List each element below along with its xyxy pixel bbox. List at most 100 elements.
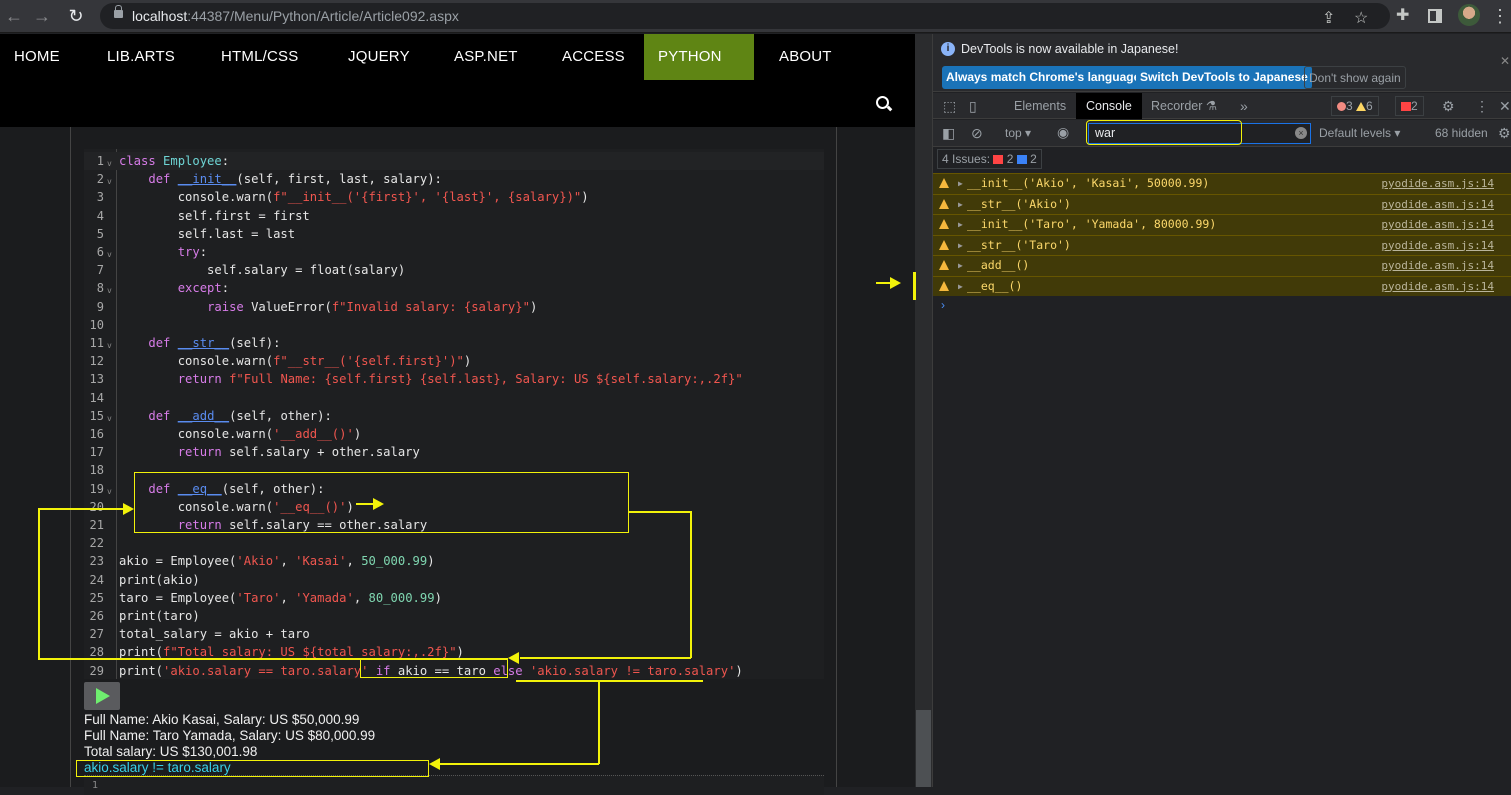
console-warning-message[interactable]: ▶ __init__('Taro', 'Yamada', 80000.99) pyo…: [933, 214, 1511, 235]
nav-access[interactable]: ACCESS: [562, 34, 625, 80]
console-messages: ▶ __init__('Akio', 'Kasai', 50000.99) pyod…: [933, 173, 1511, 296]
line-number: 29: [89, 663, 104, 678]
source-link[interactable]: pyodide.asm.js:14: [1381, 277, 1494, 296]
code-line[interactable]: 24 print(akio): [84, 571, 824, 589]
code-line[interactable]: 11 v def __str__(self):: [84, 334, 824, 352]
nav-libarts[interactable]: LIB.ARTS: [107, 34, 175, 80]
forward-icon[interactable]: →: [32, 6, 52, 26]
code-line[interactable]: 16 console.warn('__add__()'): [84, 425, 824, 443]
line-number: 7: [96, 263, 104, 278]
kebab-menu-icon[interactable]: ⋮: [1475, 98, 1489, 114]
code-line[interactable]: 1 v class Employee:: [84, 152, 824, 170]
code-line[interactable]: 6v try:: [84, 243, 824, 261]
console-settings-icon[interactable]: ⚙: [1498, 125, 1511, 141]
sidebar-toggle-icon[interactable]: ◧: [942, 125, 955, 141]
run-button[interactable]: [84, 682, 120, 710]
close-icon[interactable]: ✕: [1500, 54, 1510, 68]
page-scrollbar[interactable]: [915, 34, 932, 787]
nav-aspnet[interactable]: ASP.NET: [454, 34, 518, 80]
console-warning-message[interactable]: ▶ __str__('Akio') pyodide.asm.js:14: [933, 193, 1511, 214]
inspect-icon[interactable]: ⬚: [943, 98, 956, 114]
code-line[interactable]: 22: [84, 534, 824, 552]
console-prompt-icon[interactable]: ›: [941, 298, 945, 312]
search-icon[interactable]: [876, 96, 889, 109]
console-warning-message[interactable]: ▶ __add__() pyodide.asm.js:14: [933, 255, 1511, 276]
code-line[interactable]: 5 self.last = last: [84, 225, 824, 243]
issues-button[interactable]: 4 Issues: 2 2: [937, 149, 1042, 169]
tab-console[interactable]: Console: [1076, 93, 1142, 119]
message-text: __str__('Akio'): [967, 196, 1071, 211]
nav-python[interactable]: PYTHON: [644, 34, 754, 80]
source-link[interactable]: pyodide.asm.js:14: [1381, 174, 1494, 193]
code-line[interactable]: 17 return self.salary + other.salary: [84, 443, 824, 461]
source-link[interactable]: pyodide.asm.js:14: [1381, 215, 1494, 234]
more-tabs-icon[interactable]: »: [1240, 98, 1248, 114]
expand-triangle-icon[interactable]: ▶: [958, 195, 963, 214]
sidepanel-icon[interactable]: [1428, 9, 1442, 23]
infobar-message: DevTools is now available in Japanese!: [961, 42, 1179, 56]
expand-triangle-icon[interactable]: ▶: [958, 236, 963, 255]
code-line[interactable]: 4 self.first = first: [84, 207, 824, 225]
code-line[interactable]: 25 taro = Employee('Taro', 'Yamada', 80_0…: [84, 589, 824, 607]
tab-recorder[interactable]: Recorder ⚗: [1141, 93, 1227, 119]
extensions-icon[interactable]: ✚: [1396, 6, 1409, 26]
expand-triangle-icon[interactable]: ▶: [958, 174, 963, 193]
url-text[interactable]: localhost:44387/Menu/Python/Article/Arti…: [132, 8, 459, 24]
more-icon[interactable]: ⋮: [1491, 6, 1509, 26]
expand-triangle-icon[interactable]: ▶: [958, 256, 963, 275]
device-toolbar-icon[interactable]: ▯: [969, 98, 977, 114]
code-line[interactable]: 13 return f"Full Name: {self.first} {sel…: [84, 370, 824, 388]
source-link[interactable]: pyodide.asm.js:14: [1381, 256, 1494, 275]
issues-count[interactable]: 2: [1395, 96, 1424, 116]
console-warning-message[interactable]: ▶ __eq__() pyodide.asm.js:14: [933, 275, 1511, 296]
error-warning-counts[interactable]: 3 6: [1331, 96, 1379, 116]
clear-console-icon[interactable]: ⊘: [971, 125, 983, 141]
code-line[interactable]: 3 console.warn(f"__init__('{first}', '{l…: [84, 188, 824, 206]
log-levels-dropdown[interactable]: Default levels ▾: [1319, 126, 1400, 140]
context-selector[interactable]: top ▾: [1005, 126, 1031, 140]
tab-elements[interactable]: Elements: [1004, 93, 1076, 119]
back-icon[interactable]: ←: [4, 6, 24, 26]
dont-show-again-button[interactable]: Don't show again: [1304, 66, 1406, 89]
code-line[interactable]: 2v def __init__(self, first, last, salar…: [84, 170, 824, 188]
match-language-button[interactable]: Always match Chrome's language: [942, 66, 1145, 89]
code-line[interactable]: 12 console.warn(f"__str__('{self.first}'…: [84, 352, 824, 370]
close-devtools-icon[interactable]: ✕: [1499, 98, 1511, 114]
code-text: def __add__(self, other):: [148, 408, 332, 423]
code-line[interactable]: 14: [84, 389, 824, 407]
code-editor[interactable]: 1 v class Employee: 2 v def __init__(self, f…: [84, 149, 824, 679]
switch-japanese-button[interactable]: Switch DevTools to Japanese: [1136, 66, 1312, 89]
code-line[interactable]: 23 akio = Employee('Akio', 'Kasai', 50_00…: [84, 552, 824, 570]
nav-about[interactable]: ABOUT: [779, 34, 832, 80]
console-warning-message[interactable]: ▶ __init__('Akio', 'Kasai', 50000.99) pyod…: [933, 173, 1511, 194]
nav-jquery[interactable]: JQUERY: [348, 34, 410, 80]
settings-icon[interactable]: ⚙: [1442, 98, 1455, 114]
nav-home[interactable]: HOME: [14, 34, 60, 80]
code-line[interactable]: 10: [84, 316, 824, 334]
code-line[interactable]: 7 self.salary = float(salary): [84, 261, 824, 279]
code-line[interactable]: 27 total_salary = akio + taro: [84, 625, 824, 643]
warning-icon: [939, 219, 949, 229]
expand-triangle-icon[interactable]: ▶: [958, 277, 963, 296]
code-line[interactable]: 8v except:: [84, 279, 824, 297]
console-warning-message[interactable]: ▶ __str__('Taro') pyodide.asm.js:14: [933, 234, 1511, 255]
nav-htmlcss[interactable]: HTML/CSS: [221, 34, 298, 80]
code-line[interactable]: 26 print(taro): [84, 607, 824, 625]
share-icon[interactable]: ⇪: [1322, 9, 1335, 29]
address-bar[interactable]: localhost:44387/Menu/Python/Article/Arti…: [100, 3, 1390, 29]
avatar[interactable]: [1458, 4, 1480, 26]
star-icon[interactable]: ☆: [1354, 9, 1368, 29]
code-line[interactable]: 9 raise ValueError(f"Invalid salary: {sa…: [84, 298, 824, 316]
expand-triangle-icon[interactable]: ▶: [958, 215, 963, 234]
code-text: def __str__(self):: [148, 336, 281, 350]
reload-icon[interactable]: ↻: [66, 6, 86, 26]
line-number: 22: [89, 536, 104, 551]
source-link[interactable]: pyodide.asm.js:14: [1381, 236, 1494, 255]
code-line[interactable]: 15 v def __add__(self, other):: [84, 407, 824, 425]
code-text: print(taro): [119, 609, 200, 623]
clear-filter-icon[interactable]: ×: [1295, 127, 1307, 139]
eye-icon[interactable]: ◉: [1057, 124, 1069, 140]
scrollbar-thumb[interactable]: [916, 710, 931, 787]
second-code-editor[interactable]: 1: [84, 775, 824, 795]
source-link[interactable]: pyodide.asm.js:14: [1381, 195, 1494, 214]
